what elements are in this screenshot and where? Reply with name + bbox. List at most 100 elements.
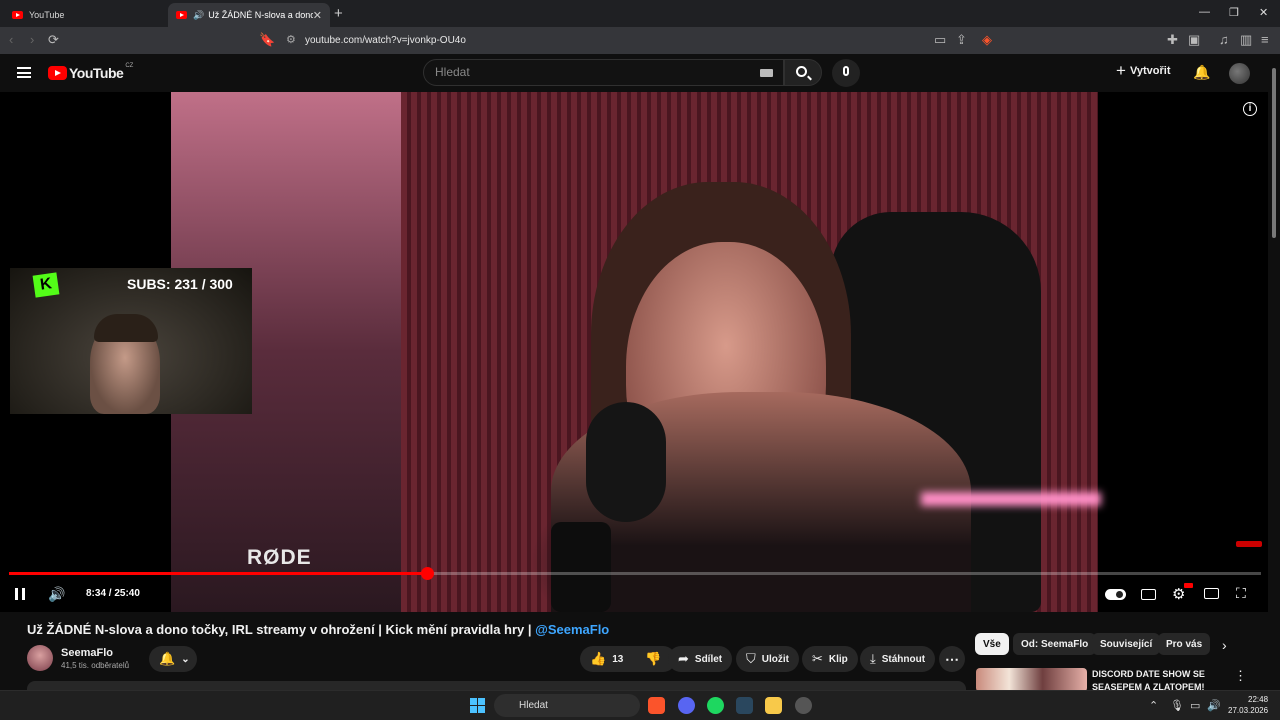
recommendation-title[interactable]: DISCORD DATE SHOW SE SEASEPEM A ZLATOPEM… (1092, 668, 1222, 690)
menu-icon[interactable]: ≡ (1261, 32, 1269, 47)
browser-tabstrip: YouTube 🔊 Už ŽÁDNÉ N-slova a dono točky,… (0, 0, 1280, 27)
brave-browser-icon[interactable] (648, 697, 665, 714)
download-icon: ⤓ (870, 651, 876, 666)
reload-icon[interactable]: ⟳ (48, 32, 59, 48)
chip-all[interactable]: Vše (975, 633, 1009, 655)
tab-youtube[interactable]: YouTube (4, 3, 164, 27)
close-window-button[interactable]: ✕ (1259, 6, 1268, 19)
spotify-icon[interactable] (707, 697, 724, 714)
extensions-icon[interactable]: ✚ (1167, 32, 1178, 48)
subscriber-count: 41,5 tis. odběratelů (61, 661, 130, 670)
youtube-favicon-icon (12, 11, 23, 19)
file-explorer-icon[interactable] (765, 697, 782, 714)
forward-icon[interactable]: › (30, 32, 34, 47)
site-info-icon[interactable]: ⚙ (286, 33, 296, 46)
video-title: Už ŽÁDNÉ N-slova a dono točky, IRL strea… (27, 622, 610, 637)
taskbar-search[interactable]: Hledat (494, 694, 640, 717)
search-button[interactable] (784, 59, 822, 86)
tray-chevron-up-icon[interactable]: ⌃ (1149, 699, 1158, 712)
chip-for-you[interactable]: Pro vás (1158, 633, 1211, 655)
tray-microphone-icon[interactable]: 🎙 (1170, 699, 1184, 712)
pause-button[interactable] (15, 588, 25, 600)
kick-logo-icon: K (32, 272, 60, 298)
discord-icon[interactable] (678, 697, 695, 714)
download-button[interactable]: ⤓ Stáhnout (860, 646, 936, 672)
search-input[interactable]: Hledat (423, 59, 784, 86)
like-icon[interactable]: 👍 (590, 651, 606, 667)
chip-from-channel[interactable]: Od: SeemaFlo (1013, 633, 1097, 655)
address-bar[interactable]: ⚙ youtube.com/watch?v=jvonkp-OU4o (278, 29, 998, 51)
search-icon (796, 66, 807, 77)
microphone-icon (843, 66, 849, 76)
hamburger-menu-icon[interactable] (17, 67, 31, 78)
fullscreen-icon[interactable]: ⛶ (1236, 585, 1246, 602)
chip-related[interactable]: Související (1092, 633, 1161, 655)
hd-badge (1184, 583, 1193, 588)
plus-icon: + (1116, 61, 1126, 80)
steam-icon[interactable] (736, 697, 753, 714)
bookmark-icon: ⛉ (746, 651, 756, 666)
tab-title: YouTube (29, 10, 65, 20)
browser-toolbar: ‹ › ⟳ 🔖 ⚙ youtube.com/watch?v=jvonkp-OU4… (0, 27, 1280, 54)
restore-button[interactable]: ❐ (1229, 6, 1239, 19)
channel-avatar[interactable] (27, 645, 53, 671)
subscription-bell-button[interactable]: 🔔 ⌄ (149, 646, 197, 672)
theater-mode-icon[interactable] (1204, 588, 1219, 599)
youtube-logo[interactable]: YouTube CZ (48, 63, 133, 81)
volume-icon[interactable]: 🔊 (48, 586, 65, 603)
autoplay-toggle[interactable] (1105, 589, 1126, 600)
tab-title: Už ŽÁDNÉ N-slova a dono točky, IRL strea… (208, 10, 313, 20)
subtitles-icon[interactable] (1141, 589, 1156, 600)
minimize-button[interactable]: — (1199, 6, 1210, 18)
more-actions-button[interactable]: ⋯ (939, 646, 965, 672)
new-tab-button[interactable]: + (334, 5, 343, 22)
clock-date: 27.03.2026 (1228, 706, 1269, 715)
bell-icon: 🔔 (159, 651, 176, 666)
scrollbar-thumb[interactable] (1272, 68, 1276, 238)
cast-icon[interactable]: ▭ (934, 32, 946, 48)
youtube-play-icon (48, 66, 67, 80)
bookmark-icon[interactable]: 🔖 (259, 32, 275, 48)
url-text: youtube.com/watch?v=jvonkp-OU4o (305, 34, 466, 46)
chevron-right-icon[interactable]: › (1222, 637, 1227, 653)
create-button[interactable]: + Vytvořit (1116, 61, 1170, 80)
notifications-bell-icon[interactable]: 🔔 (1193, 64, 1210, 81)
windows-start-icon[interactable] (470, 698, 485, 713)
clock-time: 22:48 (1248, 695, 1269, 704)
like-count: 13 (612, 653, 624, 665)
sidebar-icon[interactable]: ▥ (1240, 32, 1252, 48)
webcam-overlay: K SUBS: 231 / 300 (10, 268, 252, 414)
progress-bar[interactable] (9, 567, 1261, 580)
channel-mention-link[interactable]: @SeemaFlo (535, 622, 609, 637)
app-settings-icon[interactable] (795, 697, 812, 714)
recommendation-thumbnail[interactable] (976, 668, 1087, 692)
voice-search-button[interactable] (832, 59, 860, 87)
tab-search-icon[interactable]: ▣ (1188, 32, 1200, 48)
tab-video[interactable]: 🔊 Už ŽÁDNÉ N-slova a dono točky, IRL str… (168, 3, 330, 27)
brave-shields-icon[interactable]: ◈ (982, 32, 992, 48)
clip-button[interactable]: ✂ Klip (802, 646, 858, 672)
channel-name[interactable]: SeemaFlo (61, 647, 113, 659)
close-tab-icon[interactable]: ✕ (313, 9, 322, 22)
dislike-icon[interactable]: 👎 (645, 651, 661, 667)
video-frame: RØDE (171, 92, 1101, 612)
system-clock[interactable]: 22:48 27.03.2026 (1228, 694, 1268, 716)
account-avatar[interactable] (1229, 63, 1250, 84)
share-page-icon[interactable]: ⇪ (956, 32, 967, 48)
save-button[interactable]: ⛉ Uložit (736, 646, 799, 672)
tray-volume-icon[interactable]: 🔊 (1207, 699, 1221, 712)
keyboard-icon[interactable] (760, 69, 773, 77)
page-scrollbar[interactable] (1268, 54, 1280, 694)
media-control-icon[interactable]: ♫ (1219, 32, 1229, 47)
taskbar: Hledat ⌃ 🎙 ▭ 🔊 22:48 27.03.2026 (0, 690, 1280, 720)
audio-playing-icon[interactable]: 🔊 (193, 10, 204, 21)
tray-network-icon[interactable]: ▭ (1190, 699, 1200, 712)
share-button[interactable]: ➦ Sdílet (668, 646, 733, 672)
back-icon[interactable]: ‹ (9, 32, 13, 47)
youtube-header: YouTube CZ Hledat + Vytvořit 🔔 (0, 54, 1280, 92)
subs-counter: SUBS: 231 / 300 (127, 276, 233, 292)
info-icon[interactable]: i (1243, 102, 1257, 116)
more-options-icon[interactable]: ⋮ (1234, 668, 1247, 684)
video-player[interactable]: RØDE K SUBS: 231 / 300 i 🔊 8:34 / 25:40 … (0, 92, 1268, 612)
channel-watermark-icon[interactable] (1236, 541, 1262, 547)
